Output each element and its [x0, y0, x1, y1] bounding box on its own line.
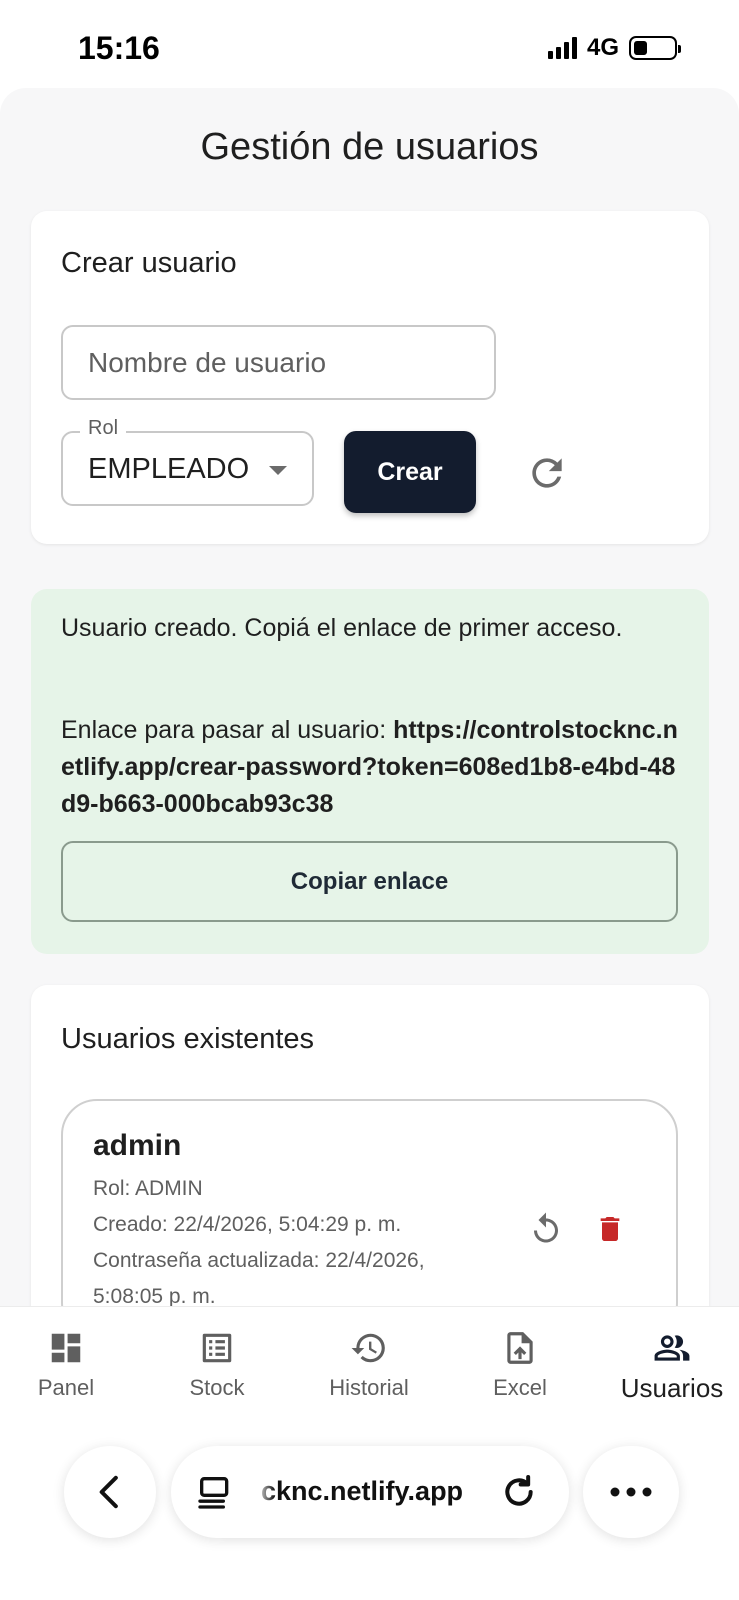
more-options-button[interactable] — [583, 1446, 679, 1538]
nav-item-excel[interactable]: Excel — [446, 1307, 594, 1417]
status-time: 15:16 — [78, 30, 160, 66]
url-text: cknc.netlify.app — [261, 1476, 464, 1506]
network-type: 4G — [586, 34, 619, 61]
role-value: EMPLEADO — [88, 453, 250, 485]
user-created: Creado: 22/4/2026, 5:04:29 p. m. — [93, 1213, 402, 1236]
nav-item-panel[interactable]: Panel — [0, 1307, 140, 1417]
nav-label-excel: Excel — [493, 1375, 547, 1400]
browser-toolbar: cknc.netlify.app — [0, 1416, 739, 1600]
link-prefix: Enlace para pasar al usuario: — [61, 716, 394, 744]
success-alert: Usuario creado. Copiá el enlace de prime… — [31, 589, 709, 954]
more-icon — [610, 1487, 652, 1497]
dashboard-icon — [51, 1333, 81, 1363]
signal-icon — [547, 37, 577, 59]
chevron-left-icon — [99, 1475, 118, 1509]
create-user-card: Crear usuario Nombre de usuario Rol EMPL… — [31, 211, 709, 544]
role-label: Rol — [80, 417, 127, 440]
user-role: Rol: ADMIN — [93, 1177, 203, 1200]
address-bar[interactable]: cknc.netlify.app — [171, 1446, 569, 1538]
history-icon — [351, 1333, 385, 1363]
caret-down-icon — [269, 466, 287, 475]
existing-users-heading: Usuarios existentes — [61, 1023, 315, 1055]
role-select[interactable]: Rol EMPLEADO — [61, 417, 314, 506]
nav-item-usuarios[interactable]: Usuarios — [598, 1307, 739, 1417]
success-message: Usuario creado. Copiá el enlace de prime… — [61, 614, 623, 642]
nav-label-usuarios: Usuarios — [620, 1373, 724, 1403]
back-button[interactable] — [64, 1446, 156, 1538]
nav-item-stock[interactable]: Stock — [143, 1307, 291, 1417]
nav-label-historial: Historial — [329, 1375, 409, 1400]
list-icon — [202, 1333, 232, 1363]
create-button[interactable]: Crear — [344, 431, 476, 513]
nav-item-historial[interactable]: Historial — [295, 1307, 443, 1417]
tab-icon — [198, 1477, 229, 1509]
copy-link-button[interactable]: Copiar enlace — [61, 841, 678, 922]
user-password-updated: Contraseña actualizada: 22/4/2026, 5:08:… — [93, 1249, 425, 1308]
nav-label-panel: Panel — [37, 1375, 95, 1400]
reload-icon[interactable] — [499, 1472, 539, 1512]
people-icon — [654, 1335, 690, 1361]
battery-icon — [629, 36, 681, 60]
user-name: admin — [93, 1129, 182, 1162]
existing-users-card: Usuarios existentes admin Rol: ADMIN Cre… — [31, 985, 709, 1339]
refresh-icon[interactable] — [525, 451, 569, 495]
page-title: Gestión de usuarios — [200, 126, 539, 168]
delete-icon[interactable] — [594, 1211, 626, 1247]
status-bar: 15:16 4G — [0, 0, 739, 92]
create-user-heading: Crear usuario — [61, 247, 237, 279]
link-paragraph: Enlace para pasar al usuario: https://co… — [61, 712, 681, 823]
bottom-navigation: Panel Stock Historial Excel Usuarios — [0, 1306, 739, 1416]
user-card: admin Rol: ADMIN Creado: 22/4/2026, 5:04… — [61, 1099, 678, 1339]
file-upload-icon — [507, 1332, 533, 1364]
nav-label-stock: Stock — [189, 1375, 245, 1400]
username-input[interactable]: Nombre de usuario — [61, 325, 496, 400]
battery-level — [634, 41, 647, 55]
reset-password-icon[interactable] — [528, 1211, 564, 1247]
status-indicators: 4G — [547, 34, 681, 62]
